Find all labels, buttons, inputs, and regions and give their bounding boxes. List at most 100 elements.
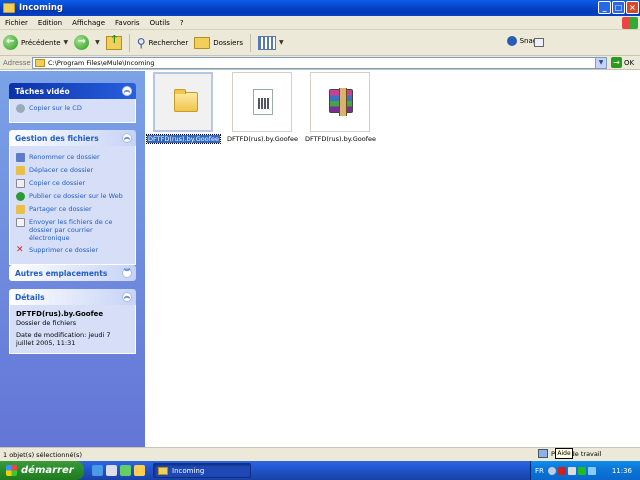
ie-icon[interactable] xyxy=(92,465,103,476)
task-label: Partager ce dossier xyxy=(29,205,92,213)
connection-icon[interactable] xyxy=(587,466,596,475)
network-icon[interactable] xyxy=(547,466,556,475)
chevron-down-icon[interactable]: ︾ xyxy=(122,268,132,278)
views-icon xyxy=(257,35,276,50)
menu-fichier[interactable]: Fichier xyxy=(0,19,33,27)
detail-item-type: Dossier de fichiers xyxy=(16,319,77,327)
toolbar: ← Précédente ▼ → ▼ ⚲ Rechercher Dossiers… xyxy=(0,30,640,56)
file-tasks-panel: Gestion des fichiers ︽ Renommer ce dossi… xyxy=(9,130,136,265)
windows-logo-icon xyxy=(6,465,17,476)
details-header[interactable]: Détails ︽ xyxy=(9,289,136,305)
search-button[interactable]: ⚲ Rechercher xyxy=(134,32,191,54)
thumbnail[interactable] xyxy=(153,72,213,132)
menu-help[interactable]: ? xyxy=(175,19,189,27)
thumbnail[interactable] xyxy=(232,72,292,132)
task-move[interactable]: Déplacer ce dossier xyxy=(16,166,129,175)
folder-up-icon xyxy=(105,33,122,50)
panel-title: Autres emplacements xyxy=(15,268,108,278)
windows-logo-icon xyxy=(622,17,638,29)
thumbnail[interactable] xyxy=(310,72,370,132)
views-button[interactable]: ▼ xyxy=(255,32,287,54)
media-icon[interactable] xyxy=(120,465,131,476)
folder-icon xyxy=(35,58,45,67)
file-tasks-body: Renommer ce dossier Déplacer ce dossier … xyxy=(9,146,136,265)
file-item-document[interactable]: DFTFD(rus).by.Goofee xyxy=(226,72,298,143)
back-button[interactable]: ← Précédente ▼ xyxy=(0,32,71,54)
start-button[interactable]: démarrer xyxy=(0,461,84,480)
chevron-up-icon[interactable]: ︽ xyxy=(122,292,132,302)
address-input[interactable]: C:\Program Files\eMule\Incoming ▼ xyxy=(32,56,607,69)
chevron-down-icon[interactable]: ▼ xyxy=(279,39,284,46)
task-publish[interactable]: Publier ce dossier sur le Web xyxy=(16,192,129,201)
task-copy-to-cd[interactable]: Copier sur le CD xyxy=(16,104,129,113)
task-delete[interactable]: ✕ Supprimer ce dossier xyxy=(16,246,129,255)
other-places-header[interactable]: Autres emplacements ︾ xyxy=(9,265,136,281)
start-label: démarrer xyxy=(21,465,74,476)
folders-label: Dossiers xyxy=(213,38,243,47)
task-label: Déplacer ce dossier xyxy=(29,166,94,174)
task-label: Publier ce dossier sur le Web xyxy=(29,192,123,200)
copy-icon xyxy=(16,179,25,188)
file-view[interactable]: DFTFD(rus).by.Goofee DFTFD(rus).by.Goofe… xyxy=(145,71,640,447)
task-label: Copier ce dossier xyxy=(29,179,86,187)
back-label: Précédente xyxy=(21,38,61,47)
chevron-down-icon[interactable]: ▼ xyxy=(64,39,69,46)
language-indicator[interactable]: FR xyxy=(535,467,544,475)
maximize-button[interactable]: □ xyxy=(612,1,625,14)
task-copy[interactable]: Copier ce dossier xyxy=(16,179,129,188)
file-name[interactable]: DFTFD(rus).by.Goofee xyxy=(226,135,299,143)
folder-icon xyxy=(174,89,198,112)
toolbar-separator xyxy=(249,33,251,52)
menu-outils[interactable]: Outils xyxy=(145,19,175,27)
address-path[interactable]: C:\Program Files\eMule\Incoming xyxy=(48,59,155,67)
folders-button[interactable]: Dossiers xyxy=(191,32,246,54)
rar-archive-icon xyxy=(329,88,353,116)
task-share[interactable]: Partager ce dossier xyxy=(16,205,129,214)
chevron-up-icon[interactable]: ︽ xyxy=(122,86,132,96)
file-name[interactable]: DFTFD(rus).by.Goofee xyxy=(304,135,377,143)
file-tasks-header[interactable]: Gestion des fichiers ︽ xyxy=(9,130,136,146)
taskbar-button-incoming[interactable]: Incoming xyxy=(153,463,251,478)
play-icon[interactable] xyxy=(577,466,586,475)
folder-icon xyxy=(158,466,168,475)
up-folder-button[interactable] xyxy=(103,32,125,54)
task-label: Supprimer ce dossier xyxy=(29,246,99,254)
forward-button[interactable]: → ▼ xyxy=(71,32,103,54)
details-body: DFTFD(rus).by.Goofee Dossier de fichiers… xyxy=(9,305,136,354)
go-button[interactable]: → OK xyxy=(611,57,634,68)
close-button[interactable]: × xyxy=(626,1,639,14)
menu-affichage[interactable]: Affichage xyxy=(67,19,110,27)
snagit-capture-button[interactable] xyxy=(534,38,544,47)
search-label: Rechercher xyxy=(148,38,189,47)
task-email[interactable]: Envoyer les fichiers de ce dossier par c… xyxy=(16,218,129,242)
file-item-folder[interactable]: DFTFD(rus).by.Goofee xyxy=(145,72,222,144)
file-item-archive[interactable]: DFTFD(rus).by.Goofee xyxy=(304,72,376,143)
email-icon xyxy=(16,218,25,227)
video-tasks-body: Copier sur le CD xyxy=(9,99,136,123)
task-label: Copier sur le CD xyxy=(29,104,82,112)
chevron-down-icon[interactable]: ▼ xyxy=(95,39,100,46)
taskbar: démarrer Incoming FR 11:36 xyxy=(0,461,640,480)
show-desktop-icon[interactable] xyxy=(106,465,117,476)
panel-title: Détails xyxy=(15,292,45,302)
tooltip: Aide xyxy=(555,448,573,459)
chevron-up-icon[interactable]: ︽ xyxy=(122,133,132,143)
menu-favoris[interactable]: Favoris xyxy=(110,19,145,27)
device-icon[interactable] xyxy=(567,466,576,475)
file-name[interactable]: DFTFD(rus).by.Goofee xyxy=(145,134,222,144)
go-label: OK xyxy=(624,58,635,67)
folder-icon[interactable] xyxy=(134,465,145,476)
task-rename[interactable]: Renommer ce dossier xyxy=(16,153,129,162)
menu-edition[interactable]: Edition xyxy=(33,19,67,27)
address-bar: Adresse C:\Program Files\eMule\Incoming … xyxy=(0,56,640,70)
video-tasks-header[interactable]: Tâches vidéo ︽ xyxy=(9,83,136,99)
delete-icon: ✕ xyxy=(16,245,24,255)
toolbar-separator xyxy=(128,33,130,52)
taskbar-button-label: Incoming xyxy=(172,466,205,475)
minimize-button[interactable]: _ xyxy=(598,1,611,14)
antivirus-icon[interactable] xyxy=(557,466,566,475)
chevron-down-icon[interactable]: ▼ xyxy=(595,57,606,68)
folder-icon xyxy=(3,3,15,13)
cd-icon xyxy=(16,104,25,113)
window-controls: _ □ × xyxy=(598,1,639,14)
